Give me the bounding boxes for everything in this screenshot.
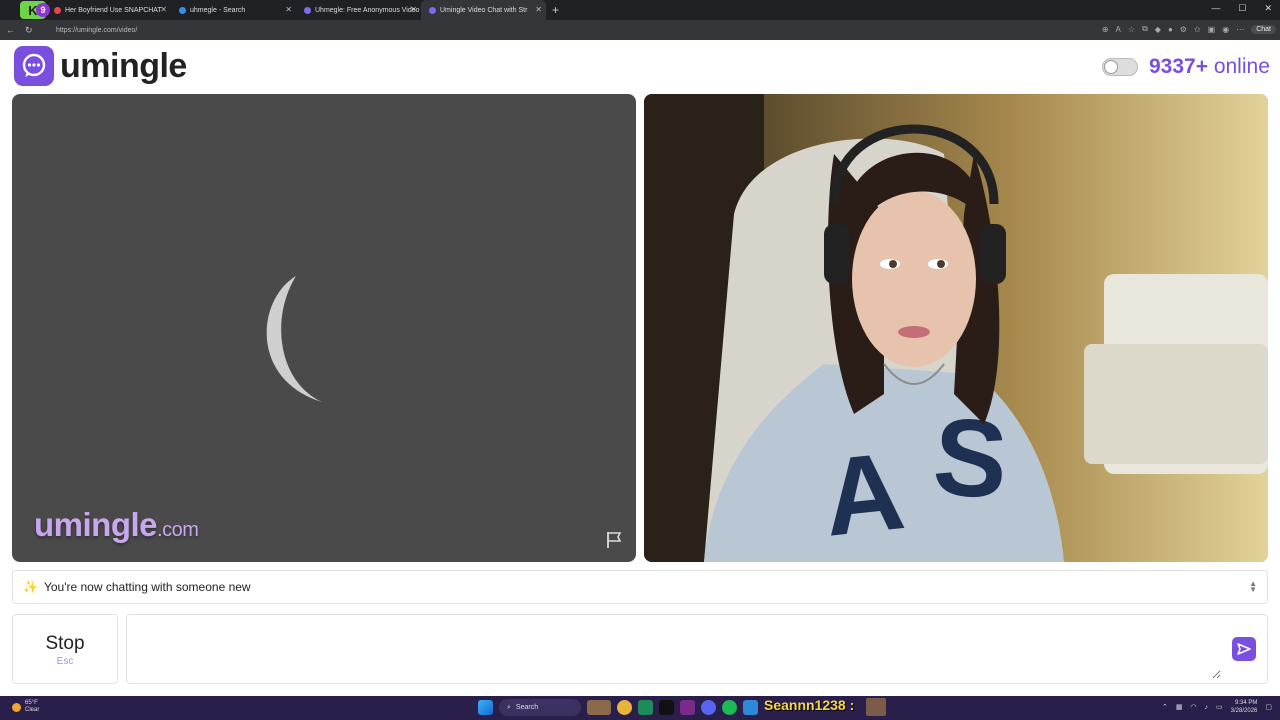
close-tab-icon[interactable]: ✕	[285, 5, 292, 14]
stranger-video-feed: A S	[644, 94, 1268, 562]
weather-sun-icon	[12, 702, 21, 712]
close-tab-icon[interactable]: ✕	[535, 5, 542, 14]
close-window-icon[interactable]: ✕	[1264, 3, 1272, 14]
weather-widget[interactable]: 65°F Clear	[12, 700, 39, 714]
online-count: 9337+	[1149, 55, 1208, 78]
report-flag-icon[interactable]	[604, 530, 624, 550]
system-clock[interactable]: 9:34 PM 3/28/2026	[1231, 699, 1258, 715]
tab-1[interactable]: Her Boyfriend Use SNAPCHAT ✕	[46, 0, 171, 20]
browser-tab-bar: K 9 Her Boyfriend Use SNAPCHAT ✕ uhmegle …	[0, 0, 1280, 20]
tab-2[interactable]: uhmegle - Search ✕	[171, 0, 296, 20]
app-icon[interactable]	[638, 700, 653, 715]
taskbar-search[interactable]: ⌕ Search	[499, 699, 581, 716]
battery-icon[interactable]: ▭	[1216, 703, 1223, 711]
extension-icon[interactable]: ◆	[1155, 25, 1161, 34]
local-video-panel: umingle.com	[12, 94, 636, 562]
stop-shortcut-hint: Esc	[56, 656, 74, 667]
os-taskbar: 65°F Clear ⌕ Search Seannn1238 : ⌃ ▦ ◠ ♪ ▭…	[0, 696, 1280, 720]
stop-button[interactable]: Stop Esc	[12, 614, 118, 684]
online-label: online	[1213, 55, 1270, 78]
message-composer	[126, 614, 1268, 684]
tray-app-icon[interactable]: ▦	[1176, 703, 1183, 711]
status-message: You're now chatting with someone new	[43, 580, 251, 594]
chrome-icon[interactable]	[617, 700, 632, 715]
svg-text:S: S	[930, 394, 1012, 522]
stranger-video-image: A S	[644, 94, 1268, 562]
collections-icon[interactable]: ⧉	[1142, 24, 1148, 34]
settings-icon[interactable]: ⚙	[1180, 25, 1187, 34]
maximize-icon[interactable]: ☐	[1238, 3, 1246, 14]
tray-chevron-icon[interactable]: ⌃	[1162, 703, 1168, 711]
start-windows-icon[interactable]	[478, 700, 493, 715]
toggle-knob	[1104, 60, 1118, 74]
app-icon[interactable]	[743, 700, 758, 715]
loading-spinner-icon	[266, 276, 322, 402]
favorite-star-icon[interactable]: ☆	[1128, 25, 1135, 34]
message-input[interactable]	[131, 619, 1221, 679]
scroll-handle-icon[interactable]: ▲ ▼	[1249, 580, 1257, 594]
online-counter: 9337+ online	[1149, 55, 1270, 79]
weather-temp: 65°F	[25, 700, 38, 706]
streamer-overlay-name: Seannn1238 :	[764, 697, 855, 713]
window-controls: — ☐ ✕	[1211, 3, 1272, 14]
site-logo[interactable]: umingle	[14, 46, 187, 86]
discord-icon[interactable]	[701, 700, 716, 715]
new-tab-icon[interactable]: +	[552, 3, 559, 17]
read-aloud-icon[interactable]: A	[1116, 25, 1121, 34]
wifi-icon[interactable]: ◠	[1190, 703, 1196, 711]
tabs-icon[interactable]: ▣	[1208, 25, 1216, 34]
weather-desc: Clear	[25, 707, 40, 713]
logo-text: umingle	[60, 46, 187, 85]
close-tab-icon[interactable]: ✕	[410, 5, 417, 14]
send-button[interactable]	[1232, 637, 1256, 661]
profile-avatar[interactable]: ◉	[1222, 25, 1229, 34]
theme-toggle[interactable]	[1102, 58, 1138, 76]
send-arrow-icon	[1237, 643, 1251, 655]
search-icon: ⌕	[507, 703, 511, 711]
chat-bubble-logo-icon	[14, 46, 54, 86]
overlay-avatar	[866, 698, 886, 716]
chat-status-bar: ✨ You're now chatting with someone new ▲…	[12, 570, 1268, 604]
notification-icon[interactable]: ▢	[1265, 703, 1272, 711]
zoom-icon[interactable]: ⊕	[1102, 25, 1109, 34]
sparkles-icon: ✨	[23, 580, 38, 594]
capcut-icon[interactable]	[659, 700, 674, 715]
copilot-chat-button[interactable]: Chat	[1251, 24, 1276, 34]
spotify-icon[interactable]	[722, 700, 737, 715]
stop-label: Stop	[45, 633, 85, 654]
tab-3[interactable]: Uhmegle: Free Anonymous Video ✕	[296, 0, 421, 20]
widget-icon[interactable]	[587, 700, 611, 715]
more-menu-icon[interactable]: ⋯	[1236, 25, 1244, 34]
tab-favicon-icon	[429, 6, 436, 14]
tab-favicon-icon	[54, 6, 61, 14]
close-tab-icon[interactable]: ✕	[160, 5, 167, 14]
system-tray: ⌃ ▦ ◠ ♪ ▭ 9:34 PM 3/28/2026 ▢	[1162, 699, 1272, 715]
volume-icon[interactable]: ♪	[1205, 704, 1209, 711]
tab-favicon-icon	[304, 6, 311, 14]
taskbar-apps: ⌕ Search	[478, 699, 758, 716]
nav-buttons: ← ↻	[6, 25, 52, 36]
reload-icon[interactable]: ↻	[25, 25, 33, 36]
minimize-icon[interactable]: —	[1211, 3, 1220, 14]
umingle-page: umingle 9337+ online umingle.com A S ✨ Y…	[0, 40, 1280, 696]
app-icon[interactable]	[680, 700, 695, 715]
favorites-icon[interactable]: ✩	[1194, 25, 1201, 34]
url-field[interactable]: https://umingle.com/video/	[56, 27, 137, 34]
address-bar: ← ↻ https://umingle.com/video/ ⊕ A ☆ ⧉ ◆…	[0, 20, 1280, 40]
back-icon[interactable]: ←	[6, 25, 15, 36]
extension-badge[interactable]: K 9	[20, 1, 50, 19]
tab-4-active[interactable]: Umingle Video Chat with Str ✕	[421, 0, 546, 20]
extension-icon[interactable]: ●	[1168, 25, 1173, 34]
umingle-watermark: umingle.com	[34, 506, 199, 543]
tab-favicon-icon	[179, 6, 186, 14]
svg-text:A: A	[818, 429, 910, 560]
toolbar-icons: ⊕ A ☆ ⧉ ◆ ● ⚙ ✩ ▣ ◉ ⋯ Chat	[1102, 24, 1276, 34]
